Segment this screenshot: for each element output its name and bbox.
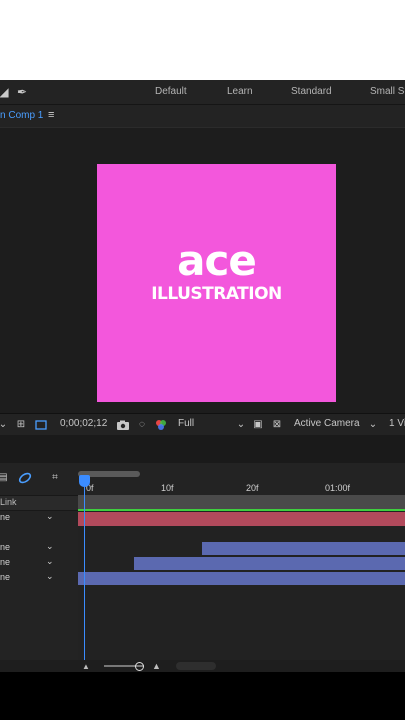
layer-parent-select[interactable]: ne ⌄ <box>0 571 60 585</box>
chevron-down-icon: ⌄ <box>46 571 54 581</box>
panel-gap <box>0 435 405 463</box>
ruler-label: 20f <box>246 483 259 493</box>
panel-menu-icon[interactable]: ≡ <box>48 109 54 121</box>
fit-frame-icon[interactable]: ⊞ <box>14 418 28 432</box>
composition-tab-prefix: n <box>0 110 6 121</box>
composition-tab[interactable]: n Comp 1 <box>0 110 43 121</box>
composition-duration-bar <box>78 495 405 509</box>
tools-panel: ◢ ✒ Default Learn Standard Small Sc <box>0 80 405 105</box>
chevron-down-icon: ⌄ <box>46 556 54 566</box>
zoom-slider-bar: ▲ ▲ <box>0 660 405 672</box>
logo-text-ace: ace <box>177 236 257 285</box>
render-cache-bar <box>78 509 405 511</box>
chevron-down-icon[interactable]: ⌄ <box>234 418 248 432</box>
workspace-default[interactable]: Default <box>155 86 187 97</box>
channels-icon[interactable] <box>154 418 168 432</box>
ruler-label: 10f <box>161 483 174 493</box>
playhead-line[interactable] <box>84 478 85 660</box>
layer-parent-select[interactable]: ne ⌄ <box>0 541 60 555</box>
views-dropdown[interactable]: 1 Vi <box>389 418 405 429</box>
zoom-out-icon[interactable]: ▲ <box>82 662 90 671</box>
viewer-controls-bar: ⌄ ⊞ 0;00;02;12 ◌ Full ⌄ ▣ ⊠ Active Camer… <box>0 413 405 436</box>
chevron-down-icon[interactable]: ⌄ <box>0 418 10 432</box>
playhead-handle[interactable] <box>79 475 90 487</box>
camera-snapshot-icon[interactable] <box>116 418 130 432</box>
logo-text-illustration: ILLUSTRATION <box>151 284 282 304</box>
motion-blur-icon[interactable] <box>18 471 32 485</box>
bottom-black-area <box>0 672 405 720</box>
composition-viewer[interactable]: ace ILLUSTRATION <box>0 127 405 414</box>
show-snapshot-icon[interactable]: ◌ <box>135 418 149 432</box>
chevron-down-icon: ⌄ <box>46 541 54 551</box>
workspace-learn[interactable]: Learn <box>227 86 253 97</box>
time-ruler[interactable]: 0f 10f 20f 01:00f <box>78 471 405 495</box>
region-of-interest-icon[interactable] <box>34 418 48 432</box>
layer-bar[interactable] <box>134 557 405 570</box>
chevron-down-icon: ⌄ <box>46 511 54 521</box>
current-time-display[interactable]: 0;00;02;12 <box>60 418 107 429</box>
resolution-dropdown[interactable]: Full <box>178 418 194 429</box>
workspace-small-screen[interactable]: Small Sc <box>370 86 405 97</box>
parent-link-header: Link <box>0 497 17 507</box>
pen-tool-icon[interactable]: ✒ <box>14 84 30 100</box>
layer-parent-select[interactable]: ne ⌄ <box>0 511 60 525</box>
safe-margins-icon[interactable]: ⊠ <box>270 418 284 432</box>
timeline-scrollbar[interactable] <box>176 662 216 670</box>
composition-tab-label: Comp 1 <box>8 110 44 121</box>
layer-bar[interactable] <box>78 572 405 585</box>
layer-bar[interactable] <box>202 542 405 555</box>
layer-bar[interactable] <box>78 512 405 526</box>
zoom-slider-handle[interactable] <box>135 662 144 671</box>
ruler-label: 01:00f <box>325 483 351 493</box>
layer-column-header: Link <box>0 495 78 511</box>
chevron-down-icon[interactable]: ⌄ <box>366 418 380 432</box>
workspace-standard[interactable]: Standard <box>291 86 332 97</box>
transparency-grid-icon[interactable]: ▣ <box>251 418 265 432</box>
camera-dropdown[interactable]: Active Camera <box>294 418 360 429</box>
composition-panel-header: n Comp 1 ≡ <box>0 105 405 127</box>
zoom-in-icon[interactable]: ▲ <box>152 661 161 671</box>
top-white-area <box>0 0 405 80</box>
composition-canvas[interactable]: ace ILLUSTRATION <box>97 164 336 402</box>
graph-editor-icon[interactable]: ⌗ <box>48 471 62 485</box>
shape-tool-icon[interactable]: ◢ <box>0 84 12 100</box>
timeline-tracks[interactable] <box>78 495 405 660</box>
timeline-panel: ▤ ⌗ Link ne ⌄ ne ⌄ ne ⌄ ne ⌄ 0f 10f 20f 01:0… <box>0 463 405 660</box>
comp-flowchart-icon[interactable]: ▤ <box>0 471 10 485</box>
layer-list: ▤ ⌗ Link ne ⌄ ne ⌄ ne ⌄ ne ⌄ <box>0 463 78 660</box>
layer-parent-select[interactable]: ne ⌄ <box>0 556 60 570</box>
timeline-switches: ▤ ⌗ <box>0 463 78 493</box>
